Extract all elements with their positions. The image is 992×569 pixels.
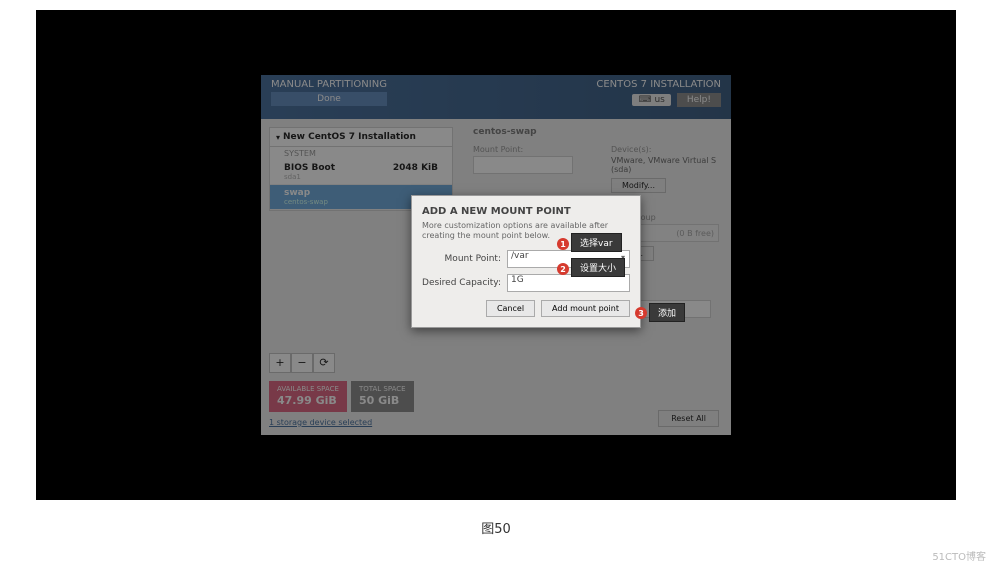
callout-3: 添加 (649, 303, 685, 322)
callout-badge-3: 3 (635, 307, 647, 319)
callout-2: 设置大小 (571, 258, 625, 277)
dialog-title: ADD A NEW MOUNT POINT (422, 206, 630, 217)
callout-badge-1: 1 (557, 238, 569, 250)
cancel-button[interactable]: Cancel (486, 300, 535, 317)
callout-1: 选择var (571, 233, 622, 252)
dialog-mount-label: Mount Point: (422, 254, 507, 264)
add-mount-button[interactable]: Add mount point (541, 300, 630, 317)
figure-caption: 图50 (0, 518, 992, 537)
callout-badge-2: 2 (557, 263, 569, 275)
dialog-capacity-label: Desired Capacity: (422, 278, 507, 288)
watermark: 51CTO博客 (932, 548, 986, 563)
